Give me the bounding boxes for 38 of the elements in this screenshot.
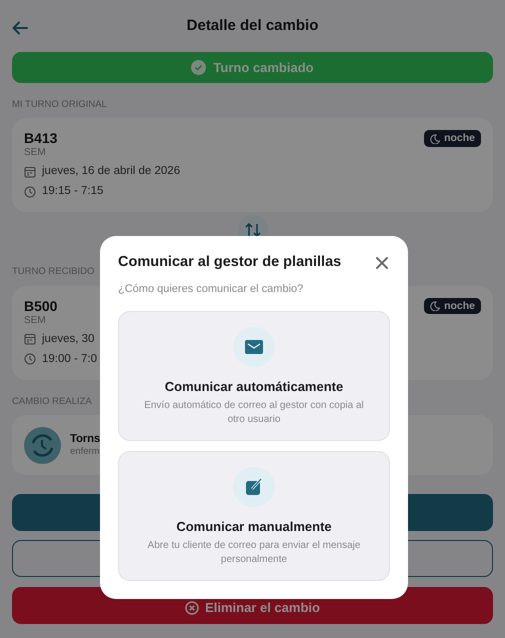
option-title: Comunicar manualmente: [176, 518, 332, 535]
check-circle-icon: [191, 60, 206, 75]
option-title: Comunicar automáticamente: [164, 378, 344, 395]
calendar-icon: [24, 166, 36, 178]
badge-label: noche: [444, 132, 475, 145]
user-role: enferm: [70, 446, 100, 458]
shift-unit: SEM: [24, 314, 46, 327]
section-heading: MI TURNO ORIGINAL: [12, 99, 107, 110]
section-heading: TURNO RECIBIDO: [12, 266, 94, 278]
option-description: Abre tu cliente de correo para enviar el mensaje personalmente: [146, 538, 362, 568]
section-heading: CAMBIO REALIZA: [12, 396, 92, 408]
badge-label: noche: [444, 300, 475, 312]
shift-code: B500: [24, 298, 58, 314]
shift-date: jueves, 16 de abril de 2026: [42, 164, 180, 180]
option-card[interactable]: Comunicar manualmente Abre tu cliente de correo para enviar el mensaje personalmente: [118, 450, 390, 581]
user-name: Torns: [70, 432, 100, 446]
clock-icon: [24, 353, 36, 366]
calendar-icon: [24, 333, 36, 346]
sync-clock-icon: [24, 426, 61, 464]
shift-time: 19:15 - 7:15: [42, 184, 104, 200]
page-title: Detalle del cambio: [186, 17, 318, 35]
close-icon: [376, 256, 388, 269]
dialog-title: Comunicar al gestor de planillas: [118, 254, 342, 272]
moon-icon: [430, 301, 440, 312]
dialog-prompt: ¿Cómo quieres comunicar el cambio?: [118, 283, 304, 297]
close-button[interactable]: [374, 254, 390, 271]
shift-unit: SEM: [24, 146, 46, 160]
cancel-icon: [185, 601, 200, 616]
edit-icon: [244, 476, 264, 497]
moon-icon: [430, 134, 440, 144]
shift-time: 19:00 - 7:0: [42, 352, 97, 367]
shift-date: jueves, 30: [42, 332, 94, 347]
back-icon: [12, 20, 28, 35]
option-description: Envío automático de correo al gestor con copia al otro usuario: [143, 398, 365, 428]
shift-code: B413: [24, 130, 58, 146]
clock-icon: [24, 186, 36, 198]
status-text: Turno cambiado: [213, 60, 314, 76]
option-card[interactable]: Comunicar automáticamente Envío automático de correo al gestor con copia al otro usuario: [118, 310, 390, 441]
